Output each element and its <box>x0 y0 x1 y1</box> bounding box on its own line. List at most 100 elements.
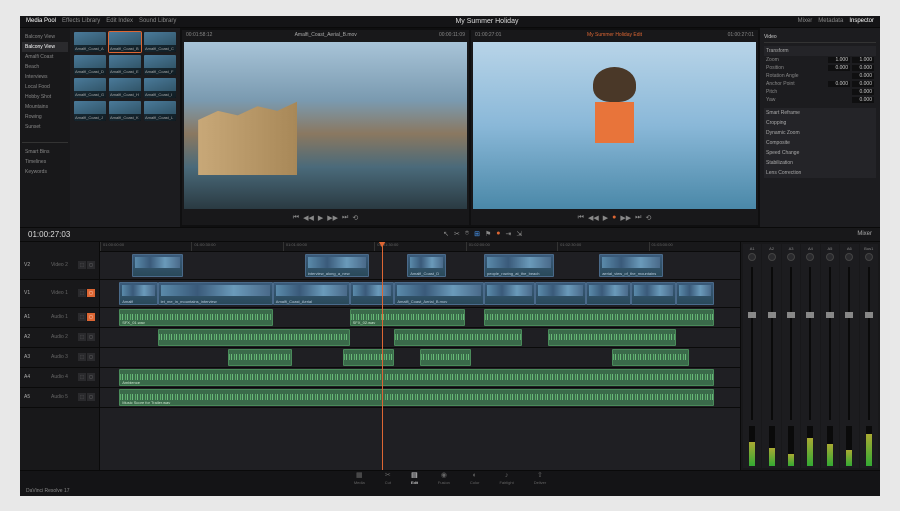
audio-clip[interactable] <box>350 309 465 326</box>
loop-icon[interactable]: ⟲ <box>645 214 651 222</box>
record-icon[interactable]: ● <box>612 214 616 221</box>
track-header[interactable]: A5Audio 5⬚▢ <box>20 388 99 408</box>
mixer-strip[interactable]: A3 <box>782 244 800 468</box>
time-ruler[interactable]: 01:00:00:0001:00:30:0001:01:00:0001:01:3… <box>100 242 740 252</box>
clip-thumbnail[interactable] <box>74 32 106 52</box>
track-lane[interactable] <box>100 328 740 348</box>
auto-select-icon[interactable]: ▢ <box>87 261 95 269</box>
page-media[interactable]: ▦Media <box>354 471 365 485</box>
pan-knob[interactable] <box>806 253 814 261</box>
inspector-section[interactable]: Smart Reframe <box>764 108 876 118</box>
bin-item[interactable]: Rowing <box>22 112 68 122</box>
loop-icon[interactable]: ⟲ <box>352 214 358 222</box>
track-lane[interactable] <box>100 348 740 368</box>
clip-thumbnail[interactable] <box>144 55 176 75</box>
fader[interactable] <box>751 267 753 420</box>
insert-icon[interactable]: ⇥ <box>505 230 511 238</box>
rotation-value[interactable]: 0.000 <box>852 73 874 79</box>
smart-bin-item[interactable]: Timelines <box>22 157 68 167</box>
video-clip[interactable] <box>350 282 395 305</box>
fader[interactable] <box>790 267 792 420</box>
clip-thumbnail[interactable] <box>144 101 176 121</box>
video-clip[interactable] <box>586 282 631 305</box>
track-lane[interactable] <box>100 388 740 408</box>
marker-icon[interactable]: ⚑ <box>485 230 491 238</box>
inspector-section[interactable]: Dynamic Zoom <box>764 128 876 138</box>
prev-icon[interactable]: ⏮ <box>293 214 299 222</box>
pitch-value[interactable]: 0.000 <box>852 89 874 95</box>
audio-clip[interactable] <box>228 349 292 366</box>
track-header[interactable]: A3Audio 3⬚▢ <box>20 348 99 368</box>
page-deliver[interactable]: ⇧Deliver <box>534 471 546 485</box>
mixer-strip[interactable]: A1 <box>743 244 761 468</box>
bin-item[interactable]: Hobby Shot <box>22 92 68 102</box>
track-lane[interactable] <box>100 308 740 328</box>
page-color[interactable]: ◐Color <box>470 472 480 485</box>
track-header[interactable]: A4Audio 4⬚▢ <box>20 368 99 388</box>
bin-item[interactable]: Beach <box>22 62 68 72</box>
anchor-x[interactable]: 0.000 <box>828 81 850 87</box>
flag-icon[interactable]: ● <box>496 230 500 238</box>
auto-select-icon[interactable]: ▢ <box>87 373 95 381</box>
mixer-strip[interactable]: A4 <box>801 244 819 468</box>
lock-icon[interactable]: ⬚ <box>78 373 86 381</box>
page-fusion[interactable]: ◉Fusion <box>438 471 450 485</box>
fader[interactable] <box>809 267 811 420</box>
source-monitor[interactable] <box>184 42 467 209</box>
audio-clip[interactable] <box>119 309 273 326</box>
fader[interactable] <box>868 267 870 420</box>
bin-item[interactable]: Interviews <box>22 72 68 82</box>
clip-thumbnail[interactable] <box>74 55 106 75</box>
play-icon[interactable]: ▶ <box>603 214 608 222</box>
playhead[interactable] <box>382 242 383 470</box>
page-cut[interactable]: ✂Cut <box>385 471 391 485</box>
effects-library-tab[interactable]: Effects Library <box>62 18 100 24</box>
track-lane[interactable] <box>100 280 740 308</box>
audio-clip[interactable] <box>420 349 471 366</box>
forward-icon[interactable]: ▶▶ <box>327 214 338 222</box>
audio-clip[interactable] <box>158 329 350 346</box>
clip-thumbnail[interactable] <box>109 32 141 52</box>
fader[interactable] <box>848 267 850 420</box>
bin-item[interactable]: Balcony View <box>22 42 68 52</box>
lock-icon[interactable]: ⬚ <box>78 393 86 401</box>
bin-item[interactable]: Amalfi Coast <box>22 52 68 62</box>
pos-y[interactable]: 0.000 <box>852 65 874 71</box>
inspector-section[interactable]: Cropping <box>764 118 876 128</box>
mixer-strip[interactable]: A2 <box>762 244 780 468</box>
video-clip[interactable] <box>407 254 445 277</box>
auto-select-icon[interactable]: ▢ <box>87 313 95 321</box>
audio-clip[interactable] <box>612 349 689 366</box>
inspector-section[interactable]: Stabilization <box>764 158 876 168</box>
video-clip[interactable] <box>119 282 157 305</box>
clip-thumbnail[interactable] <box>144 78 176 98</box>
video-clip[interactable] <box>535 282 586 305</box>
lock-icon[interactable]: ⬚ <box>78 289 86 297</box>
audio-clip[interactable] <box>119 389 714 406</box>
audio-clip[interactable] <box>119 369 714 386</box>
mixer-strip[interactable]: Bus1 <box>860 244 878 468</box>
auto-select-icon[interactable]: ▢ <box>87 333 95 341</box>
fader[interactable] <box>771 267 773 420</box>
blade-tool-icon[interactable]: ✂ <box>454 230 460 238</box>
clip-thumbnail[interactable] <box>109 101 141 121</box>
video-clip[interactable] <box>273 282 350 305</box>
lock-icon[interactable]: ⬚ <box>78 313 86 321</box>
yaw-value[interactable]: 0.000 <box>852 97 874 103</box>
play-icon[interactable]: ▶ <box>318 214 323 222</box>
video-clip[interactable] <box>158 282 273 305</box>
bin-item[interactable]: Mountains <box>22 102 68 112</box>
auto-select-icon[interactable]: ▢ <box>87 289 95 297</box>
inspector-section[interactable]: Speed Change <box>764 148 876 158</box>
metadata-tab[interactable]: Metadata <box>818 18 843 24</box>
selection-tool-icon[interactable]: ↖ <box>443 230 449 238</box>
video-clip[interactable] <box>599 254 663 277</box>
pos-x[interactable]: 0.000 <box>828 65 850 71</box>
track-header[interactable]: V2Video 2⬚▢ <box>20 252 99 280</box>
audio-clip[interactable] <box>394 329 522 346</box>
page-edit[interactable]: ▤Edit <box>411 471 418 485</box>
record-monitor[interactable] <box>473 42 756 209</box>
bin-item[interactable]: Local Food <box>22 82 68 92</box>
video-clip[interactable] <box>484 282 535 305</box>
lock-icon[interactable]: ⬚ <box>78 261 86 269</box>
